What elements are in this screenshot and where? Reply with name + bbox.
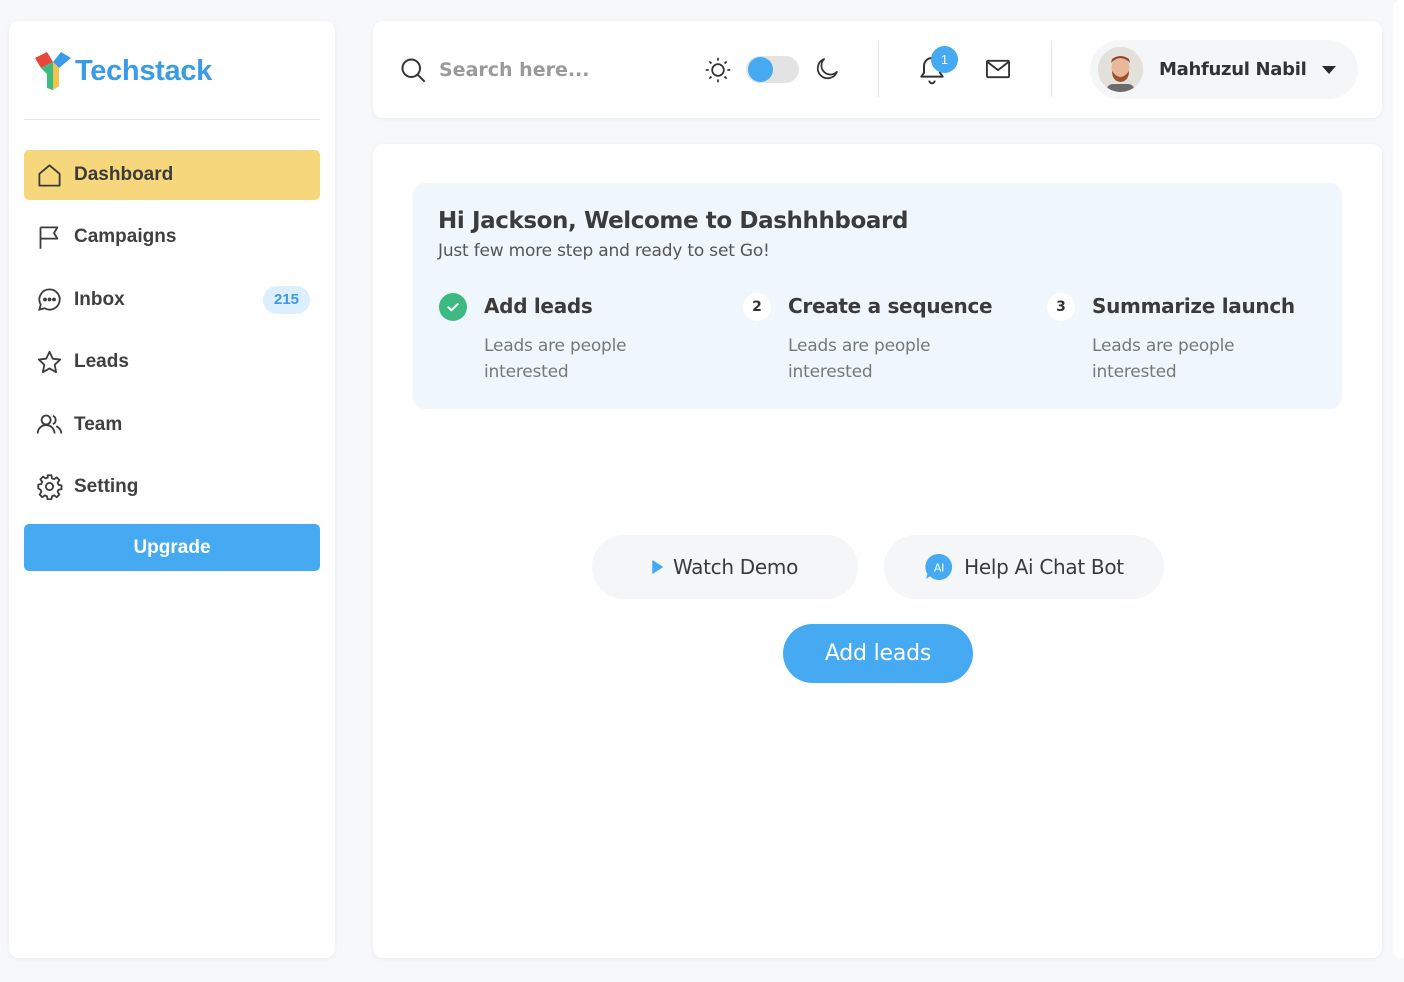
step-title: Summarize launch (1092, 294, 1295, 318)
user-menu[interactable]: Mahfuzul Nabil (1090, 40, 1358, 99)
watch-demo-button[interactable]: Watch Demo (592, 535, 858, 599)
step-description: Leads are people interested (484, 336, 627, 382)
inbox-count-badge: 215 (263, 285, 310, 314)
brand-logo[interactable]: Techstack (33, 49, 212, 93)
sidebar-item-leads[interactable]: Leads (24, 337, 320, 387)
step-number: 2 (743, 293, 771, 321)
home-icon (36, 162, 63, 189)
step-description: Leads are people interested (1092, 336, 1235, 382)
sidebar-item-team[interactable]: Team (24, 400, 320, 450)
upgrade-button[interactable]: Upgrade (24, 524, 320, 571)
moon-icon (816, 58, 838, 80)
sidebar-nav: Dashboard Campaigns Inbox 215 Leads Team… (24, 150, 320, 524)
sidebar-item-label: Dashboard (74, 164, 174, 185)
add-leads-button[interactable]: Add leads (783, 624, 973, 683)
step-title: Create a sequence (788, 294, 993, 318)
search-icon (401, 58, 426, 83)
welcome-card: Hi Jackson, Welcome to Dashhhboard Just … (413, 183, 1342, 409)
watch-demo-label: Watch Demo (672, 555, 799, 579)
ai-chat-icon: AI (924, 552, 954, 582)
play-icon (652, 559, 663, 575)
mail-icon[interactable] (984, 55, 1012, 83)
sidebar-item-campaigns[interactable]: Campaigns (24, 212, 320, 262)
notification-count-badge: 1 (931, 46, 958, 73)
theme-toggle-knob (748, 57, 773, 82)
sidebar-item-inbox[interactable]: Inbox 215 (24, 275, 320, 325)
sidebar-item-label: Setting (74, 475, 139, 497)
ai-chat-bot-button[interactable]: AI Help Ai Chat Bot (884, 535, 1164, 599)
welcome-subtitle: Just few more step and ready to set Go! (438, 241, 770, 261)
ai-badge-text: AI (934, 562, 944, 575)
step-number: 3 (1047, 293, 1075, 321)
user-name: Mahfuzul Nabil (1159, 59, 1307, 80)
flag-icon (36, 224, 63, 251)
check-circle-icon (439, 293, 467, 321)
brand-name: Techstack (75, 54, 213, 87)
chevron-down-icon (1322, 66, 1336, 74)
sidebar: Techstack Dashboard Campaigns Inbox 215 (9, 21, 335, 958)
sidebar-item-dashboard[interactable]: Dashboard (24, 150, 320, 200)
star-icon (36, 349, 63, 376)
theme-toggle[interactable] (746, 56, 799, 83)
sun-icon (705, 57, 731, 83)
sidebar-item-label: Team (74, 413, 123, 435)
welcome-title: Hi Jackson, Welcome to Dashhhboard (438, 208, 909, 234)
search-input[interactable] (439, 54, 659, 86)
step-title: Add leads (484, 294, 593, 318)
header-divider (1051, 41, 1052, 97)
sidebar-item-label: Inbox (74, 288, 125, 310)
users-icon (36, 411, 63, 438)
sidebar-item-label: Leads (74, 351, 129, 373)
header-divider (878, 41, 879, 97)
adjacent-panel-edge (1393, 0, 1404, 958)
sidebar-item-label: Campaigns (74, 226, 177, 248)
ai-chat-bot-label: Help Ai Chat Bot (964, 555, 1124, 579)
gear-icon (36, 473, 63, 501)
avatar (1098, 47, 1143, 92)
chat-icon (36, 286, 63, 313)
main-panel: Hi Jackson, Welcome to Dashhhboard Just … (373, 144, 1382, 958)
techstack-logo-icon (35, 52, 71, 90)
top-bar: 1 Mahfuzul Nabil (373, 21, 1382, 118)
sidebar-divider (24, 119, 320, 120)
sidebar-item-setting[interactable]: Setting (24, 462, 320, 512)
step-description: Leads are people interested (788, 336, 931, 382)
